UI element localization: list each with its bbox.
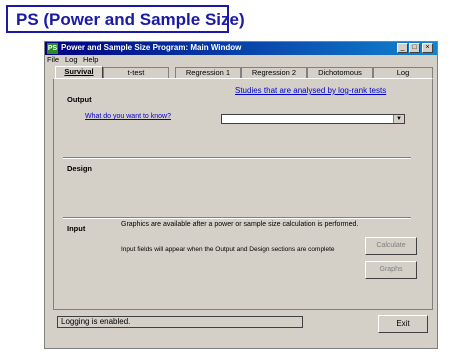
tab-t-test[interactable]: t-test: [103, 67, 169, 78]
design-divider: [63, 217, 411, 219]
maximize-button[interactable]: □: [409, 43, 420, 53]
output-label: Output: [67, 95, 92, 104]
tab-log[interactable]: Log: [373, 67, 433, 78]
main-window: PS Power and Sample Size Program: Main W…: [44, 41, 438, 349]
input-note: Input fields will appear when the Output…: [121, 246, 335, 253]
what-to-know-link[interactable]: What do you want to know?: [85, 113, 171, 120]
input-label: Input: [67, 224, 86, 233]
menu-file[interactable]: File: [47, 55, 59, 64]
status-bar: Logging is enabled.: [57, 316, 303, 328]
chevron-down-icon[interactable]: ▼: [393, 115, 404, 123]
menu-bar: File Log Help: [45, 55, 437, 65]
menu-help[interactable]: Help: [83, 55, 98, 64]
tab-regression-1[interactable]: Regression 1: [175, 67, 241, 78]
exit-button[interactable]: Exit: [378, 315, 428, 333]
output-divider: [63, 157, 411, 159]
output-select[interactable]: ▼: [221, 114, 405, 124]
minimize-button[interactable]: _: [397, 43, 408, 53]
menu-log[interactable]: Log: [65, 55, 78, 64]
slide-title-text: PS (Power and Sample Size): [16, 10, 245, 29]
close-button[interactable]: ×: [422, 43, 433, 53]
title-bar[interactable]: PS Power and Sample Size Program: Main W…: [45, 42, 437, 55]
design-label: Design: [67, 164, 93, 173]
slide-title: PS (Power and Sample Size): [6, 5, 245, 33]
tab-dichotomous[interactable]: Dichotomous: [307, 67, 373, 78]
window-title: Power and Sample Size Program: Main Wind…: [61, 43, 242, 52]
studies-link[interactable]: Studies that are analysed by log-rank te…: [235, 86, 386, 95]
calculate-button[interactable]: Calculate: [365, 237, 417, 255]
app-icon: PS: [47, 43, 58, 54]
graphics-note: Graphics are available after a power or …: [121, 221, 359, 228]
tab-regression-2[interactable]: Regression 2: [241, 67, 307, 78]
tab-survival[interactable]: Survival: [55, 66, 103, 78]
graphs-button[interactable]: Graphs: [365, 261, 417, 279]
